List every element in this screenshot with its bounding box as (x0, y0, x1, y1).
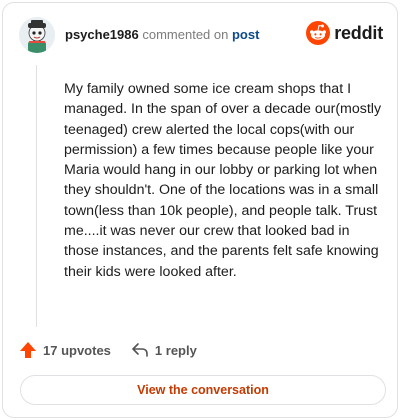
avatar[interactable] (19, 17, 55, 53)
avatar-character-icon (19, 17, 55, 53)
view-conversation-button[interactable]: View the conversation (20, 375, 386, 405)
comment-actions: 17 upvotes 1 reply (19, 341, 197, 359)
upvotes-count: 17 upvotes (43, 342, 111, 358)
reply-button[interactable]: 1 reply (131, 342, 197, 358)
comment-card: psyche1986 commented on post reddit My f… (2, 2, 398, 418)
reddit-logo-icon (306, 21, 331, 45)
comment-header: psyche1986 commented on post (65, 27, 259, 42)
reply-count: 1 reply (154, 342, 197, 358)
thread-line (36, 65, 37, 327)
upvote-arrow-icon (20, 342, 36, 358)
comment-body: My family owned some ice cream shops tha… (64, 81, 382, 280)
reply-arrow-icon (132, 343, 148, 357)
brand-logo[interactable]: reddit (306, 21, 383, 45)
upvote-button[interactable]: 17 upvotes (19, 341, 111, 359)
brand-name: reddit (334, 22, 383, 43)
post-link[interactable]: post (232, 27, 259, 42)
username[interactable]: psyche1986 (65, 27, 139, 42)
commented-on-text: commented on (142, 27, 229, 42)
